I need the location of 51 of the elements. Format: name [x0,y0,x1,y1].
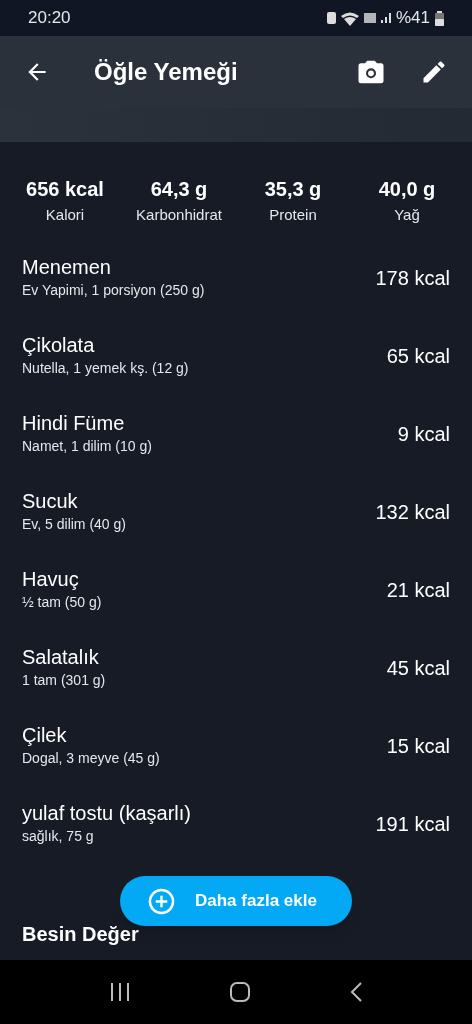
summary-value: 656 kcal [26,177,104,202]
food-name: Sucuk [22,489,79,514]
summary-label: Yağ [394,205,420,225]
battery-icon [435,10,444,26]
food-calories: 21 kcal [386,577,450,603]
summary-value: 64,3 g [150,177,208,202]
home-icon[interactable] [229,981,251,1003]
food-calories: 191 kcal [375,811,450,837]
battery-level: %41 [395,7,430,30]
food-row[interactable]: Havuç ½ tam (50 g) 21 kcal [0,550,472,629]
food-name: Çilek [22,723,68,748]
food-calories: 178 kcal [375,265,450,291]
food-calories: 132 kcal [375,499,450,525]
status-time: 20:20 [28,7,71,30]
food-portion: Dogal, 3 meyve (45 g) [22,749,160,768]
food-portion: Ev Yapimi, 1 porsiyon (250 g) [22,281,205,300]
food-portion: Namet, 1 dilim (10 g) [22,437,152,456]
summary-label: Karbonhidrat [136,205,222,225]
food-name: Salatalık [22,645,100,670]
food-portion: sağlık, 75 g [22,827,95,846]
food-name: Hindi Füme [22,411,126,436]
food-row[interactable]: Hindi Füme Namet, 1 dilim (10 g) 9 kcal [0,394,472,473]
food-portion: 1 tam (301 g) [22,671,106,690]
food-calories: 9 kcal [397,421,450,447]
food-name: Çikolata [22,333,96,358]
food-portion: ½ tam (50 g) [22,593,102,612]
food-calories: 65 kcal [386,343,450,369]
food-row[interactable]: yulaf tostu (kaşarlı) sağlık, 75 g 191 kcal [0,784,472,863]
recent-apps-icon[interactable] [109,982,131,1002]
food-calories: 45 kcal [386,655,450,681]
food-name: Menemen [22,255,112,280]
food-row[interactable]: Salatalık 1 tam (301 g) 45 kcal [0,628,472,707]
signal-icon [380,13,391,23]
screen-title: Öğle Yemeği [94,57,239,87]
summary-value: 40,0 g [378,177,436,202]
back-nav-icon[interactable] [349,981,363,1003]
food-row[interactable]: Çikolata Nutella, 1 yemek kş. (12 g) 65 kcal [0,316,472,395]
wifi-icon [340,10,359,26]
summary-label: Kalori [45,205,85,225]
food-name: Havuç [22,567,80,592]
notification-icon [326,12,336,24]
food-row[interactable]: Menemen Ev Yapimi, 1 porsiyon (250 g) 178 kcal [0,238,472,317]
food-portion: Ev, 5 dilim (40 g) [22,515,126,534]
summary-label: Protein [269,205,317,225]
food-portion: Nutella, 1 yemek kş. (12 g) [22,359,189,378]
food-name: yulaf tostu (kaşarlı) [22,801,191,826]
food-row[interactable]: Sucuk Ev, 5 dilim (40 g) 132 kcal [0,472,472,551]
summary-value: 35,3 g [264,177,322,202]
add-circle-icon [148,887,175,915]
food-calories: 15 kcal [386,733,450,759]
food-row[interactable]: Çilek Dogal, 3 meyve (45 g) 15 kcal [0,706,472,785]
